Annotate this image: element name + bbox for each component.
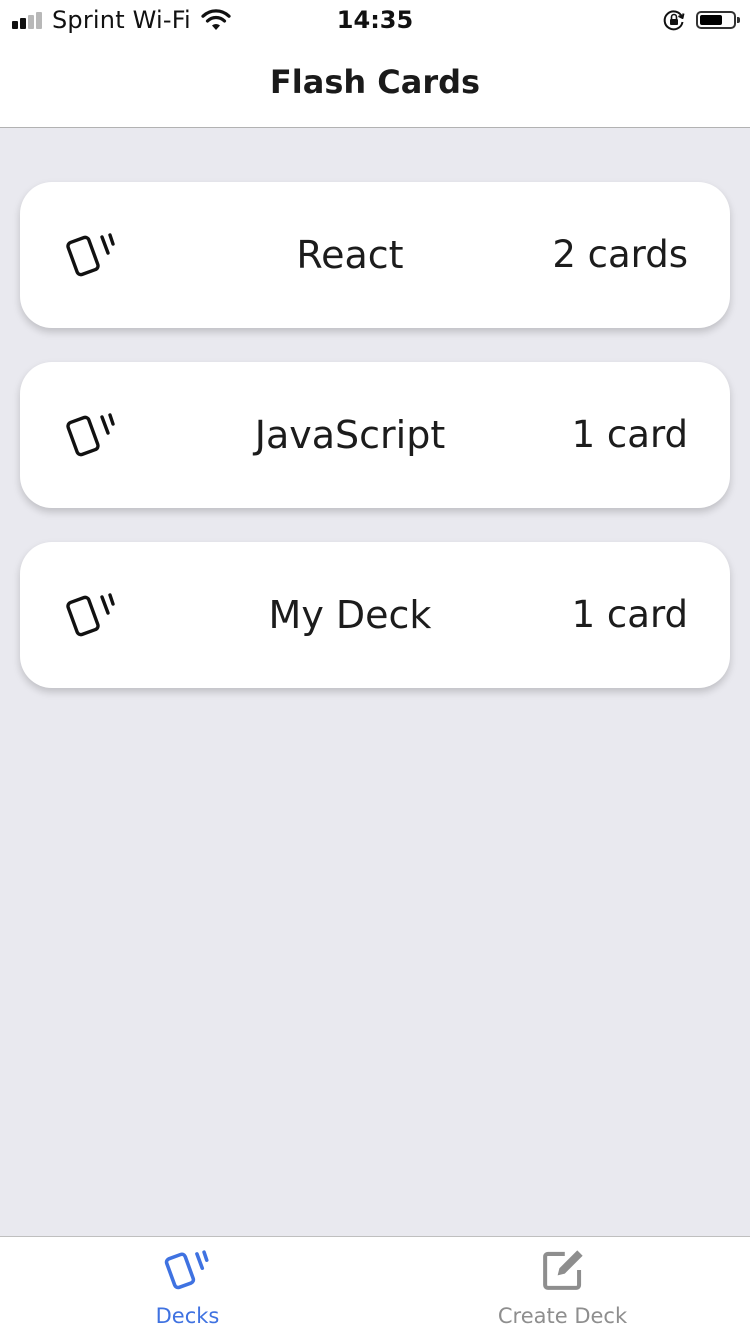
status-time: 14:35 xyxy=(336,6,414,34)
status-right xyxy=(662,6,740,34)
tab-label: Create Deck xyxy=(497,1304,628,1328)
deck-card-count: 1 card xyxy=(571,413,688,456)
tab-label: Decks xyxy=(155,1304,220,1328)
deck-name: JavaScript xyxy=(254,413,446,457)
tab-decks[interactable]: Decks xyxy=(0,1237,375,1335)
deck-card-count: 2 cards xyxy=(552,233,688,276)
cards-icon xyxy=(66,413,115,457)
deck-item-my-deck[interactable]: My Deck 1 card xyxy=(20,542,730,688)
tab-bar: Decks Create Deck xyxy=(0,1236,750,1335)
deck-item-javascript[interactable]: JavaScript 1 card xyxy=(20,362,730,508)
deck-card-count: 1 card xyxy=(571,593,688,636)
deck-name: React xyxy=(296,233,404,277)
orientation-lock-icon xyxy=(663,10,685,31)
deck-name: My Deck xyxy=(268,593,432,637)
cards-icon xyxy=(66,593,115,637)
cards-icon xyxy=(66,233,115,277)
page-title: Flash Cards xyxy=(269,63,481,101)
tab-create-deck[interactable]: Create Deck xyxy=(375,1237,750,1335)
edit-icon xyxy=(542,1250,583,1290)
status-bar: Sprint Wi-Fi 14:35 xyxy=(0,0,750,40)
battery-icon xyxy=(696,11,740,29)
nav-header: Flash Cards xyxy=(0,40,750,128)
deck-item-react[interactable]: React 2 cards xyxy=(20,182,730,328)
deck-list: React 2 cards JavaScript 1 card My Deck … xyxy=(20,182,730,722)
cards-icon xyxy=(164,1250,209,1290)
